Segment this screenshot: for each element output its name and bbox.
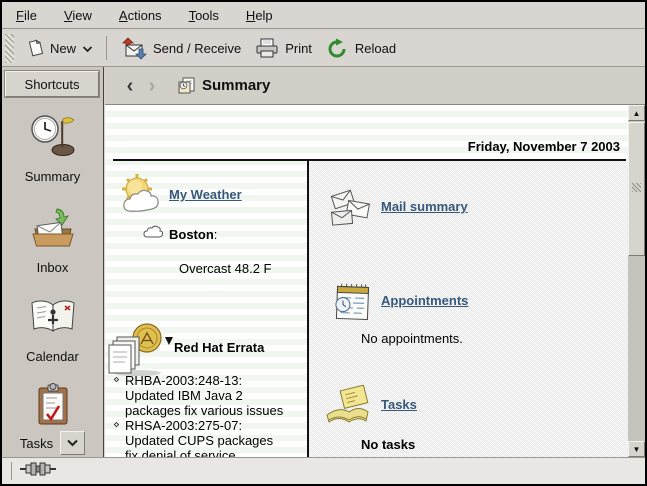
sidebar-item-inbox[interactable]: Inbox: [2, 207, 103, 275]
application-window: File View Actions Tools Help New: [0, 0, 647, 486]
shortcut-bar: Shortcuts Summary: [2, 67, 104, 457]
menu-help[interactable]: Help: [246, 8, 273, 23]
sidebar-item-calendar[interactable]: Calendar: [2, 299, 103, 364]
toolbar: New Send / Receive: [2, 30, 645, 67]
reload-button[interactable]: Reload: [319, 34, 403, 63]
toolbar-grip[interactable]: [5, 34, 14, 63]
folder-title-bar: ‹ › Summary: [105, 67, 645, 105]
forward-button[interactable]: ›: [141, 76, 163, 96]
sidebar-item-tasks-row: Tasks: [2, 431, 103, 455]
vertical-scrollbar[interactable]: ▲ ▼: [628, 105, 645, 457]
statusbar-separator: [11, 462, 12, 480]
reload-icon: [326, 38, 349, 59]
errata-item[interactable]: RHSA-2003:275-07: Updated CUPS packages …: [113, 418, 285, 457]
sidebar-item-calendar-label: Calendar: [26, 349, 79, 364]
reload-label: Reload: [355, 41, 396, 56]
new-button-label: New: [50, 41, 76, 56]
my-weather-link[interactable]: My Weather: [169, 187, 242, 202]
appointments-icon: [331, 279, 375, 328]
tasks-status: No tasks: [361, 437, 415, 452]
menu-bar: File View Actions Tools Help: [2, 2, 645, 29]
appointments-link[interactable]: Appointments: [381, 293, 468, 308]
status-bar: [2, 457, 645, 484]
print-icon: [255, 38, 279, 59]
tasks-icon: [33, 383, 73, 432]
errata-list: RHBA-2003:248-13: Updated IBM Java 2 pac…: [113, 373, 285, 457]
cloud-icon: [143, 225, 163, 244]
sidebar-item-tasks-label[interactable]: Tasks: [20, 436, 53, 451]
scroll-down-icon: ▼: [633, 445, 641, 454]
summary-body: Friday, November 7 2003 My: [105, 105, 628, 457]
mail-summary-icon: [327, 187, 375, 234]
menu-tools[interactable]: Tools: [189, 8, 219, 23]
menu-view[interactable]: View: [64, 8, 92, 23]
shortcuts-group-button[interactable]: Shortcuts: [5, 71, 99, 97]
print-button[interactable]: Print: [248, 34, 319, 63]
weather-location: Boston:: [169, 227, 217, 242]
errata-title: Red Hat Errata: [165, 337, 264, 355]
mail-summary-link[interactable]: Mail summary: [381, 199, 468, 214]
new-document-icon: [26, 39, 44, 57]
shortcut-group-dropdown-button[interactable]: [60, 431, 85, 455]
send-receive-icon: [120, 37, 147, 60]
online-status-icon[interactable]: [19, 461, 57, 482]
back-button[interactable]: ‹: [119, 76, 141, 96]
weather-conditions: Overcast 48.2 F: [179, 261, 271, 276]
chevron-down-icon: [82, 41, 93, 56]
summary-view: Friday, November 7 2003 My: [105, 105, 645, 457]
sidebar-item-inbox-label: Inbox: [37, 260, 69, 275]
sidebar-item-tasks[interactable]: [2, 383, 103, 432]
summary-date: Friday, November 7 2003: [468, 139, 620, 154]
weather-icon: [117, 173, 165, 224]
summary-icon: [30, 113, 76, 162]
new-button[interactable]: New: [19, 35, 100, 61]
sidebar-item-summary[interactable]: Summary: [2, 113, 103, 184]
inbox-icon: [30, 207, 76, 253]
menu-actions[interactable]: Actions: [119, 8, 162, 23]
chevron-down-icon: [66, 434, 79, 452]
view-title: Summary: [202, 77, 270, 94]
summary-left-column: My Weather Boston: Overcast 48.2 F: [105, 161, 307, 457]
summary-right-column: Mail summary: [309, 161, 628, 457]
menu-file[interactable]: File: [16, 8, 37, 23]
sidebar-item-summary-label: Summary: [25, 169, 81, 184]
scrollbar-thumb[interactable]: [628, 122, 645, 256]
send-receive-label: Send / Receive: [153, 41, 241, 56]
appointments-status: No appointments.: [361, 331, 463, 346]
summary-folder-icon: [177, 77, 196, 95]
tasks-panel-icon: [321, 385, 373, 436]
toolbar-separator: [106, 36, 107, 60]
calendar-icon: [29, 299, 77, 342]
errata-item[interactable]: RHBA-2003:248-13: Updated IBM Java 2 pac…: [113, 373, 285, 418]
errata-marker-icon: [165, 337, 173, 345]
scroll-up-icon: ▲: [633, 109, 641, 118]
tasks-link[interactable]: Tasks: [381, 397, 417, 412]
scroll-down-button[interactable]: ▼: [628, 441, 645, 457]
send-receive-button[interactable]: Send / Receive: [113, 33, 248, 64]
print-label: Print: [285, 41, 312, 56]
scroll-up-button[interactable]: ▲: [628, 105, 645, 121]
